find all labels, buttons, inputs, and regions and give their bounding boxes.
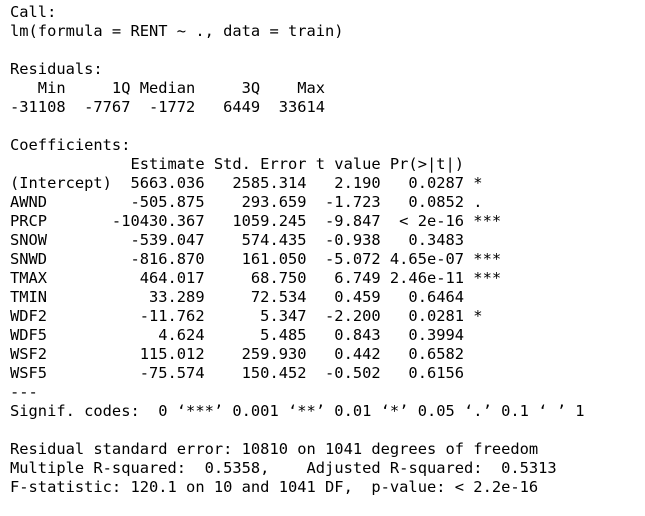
coefficient-row: WDF2 -11.762 5.347 -2.200 0.0281 * [10, 307, 502, 325]
coefficients-column-header: Estimate Std. Error t value Pr(>|t|) [10, 155, 502, 173]
signif-codes: Signif. codes: 0 ‘***’ 0.001 ‘**’ 0.01 ‘… [10, 402, 585, 420]
residual-standard-error: Residual standard error: 10810 on 1041 d… [10, 440, 539, 458]
coefficient-row: SNOW -539.047 574.435 -0.938 0.3483 [10, 231, 502, 249]
call-formula: lm(formula = RENT ~ ., data = train) [10, 22, 344, 40]
residuals-values: -31108 -7767 -1772 6449 33614 [10, 98, 335, 116]
separator: --- [10, 383, 38, 401]
r-squared: Multiple R-squared: 0.5358, Adjusted R-s… [10, 459, 566, 477]
coefficient-row: (Intercept) 5663.036 2585.314 2.190 0.02… [10, 174, 502, 192]
coefficient-row: WSF5 -75.574 150.452 -0.502 0.6156 [10, 364, 502, 382]
coefficient-row: PRCP -10430.367 1059.245 -9.847 < 2e-16 … [10, 212, 502, 230]
coefficient-row: WDF5 4.624 5.485 0.843 0.3994 [10, 326, 502, 344]
coefficient-row: WSF2 115.012 259.930 0.442 0.6582 [10, 345, 502, 363]
coefficient-row: TMIN 33.289 72.534 0.459 0.6464 [10, 288, 502, 306]
coefficient-row: AWND -505.875 293.659 -1.723 0.0852 . [10, 193, 502, 211]
residuals-header: Residuals: [10, 60, 103, 78]
call-header: Call: [10, 3, 57, 21]
coefficients-header: Coefficients: [10, 136, 131, 154]
residuals-labels: Min 1Q Median 3Q Max [10, 79, 335, 97]
r-console-output: Call: lm(formula = RENT ~ ., data = train… [10, 3, 585, 497]
coefficient-row: TMAX 464.017 68.750 6.749 2.46e-11 *** [10, 269, 502, 287]
f-statistic: F-statistic: 120.1 on 10 and 1041 DF, p-… [10, 478, 539, 496]
coefficient-row: SNWD -816.870 161.050 -5.072 4.65e-07 **… [10, 250, 502, 268]
